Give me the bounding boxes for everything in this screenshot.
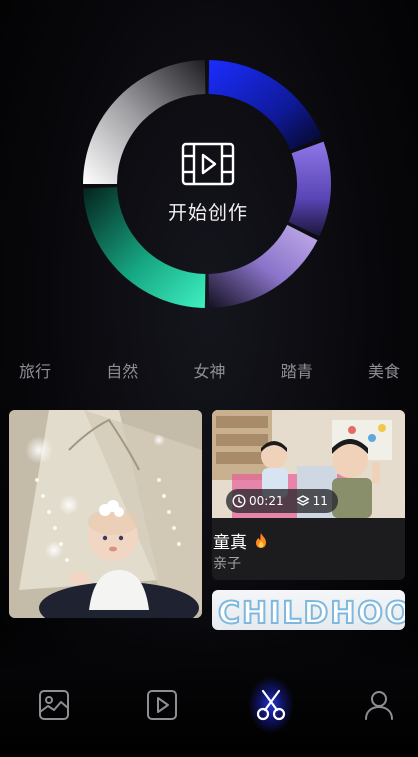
card-title: 童真 [213,528,268,553]
nav-item-edit[interactable] [254,688,288,722]
card-title-text: 童真 [213,533,247,553]
duration-text: 00:21 [249,494,284,508]
nav-item-video[interactable] [145,688,179,722]
card-subtitle: 亲子 [213,556,241,572]
video-edit-icon [181,142,235,186]
baby-photo [9,410,202,618]
kids-photo: 00:21 11 [212,410,405,518]
nav-item-profile[interactable] [362,688,396,722]
category-tab-food[interactable]: 美食 [368,360,400,386]
user-icon [365,691,393,720]
category-tab-goddess[interactable]: 女神 [193,360,225,386]
scissors-icon [256,689,286,721]
category-tabs: 旅行 自然 女神 踏青 美食 [0,360,418,386]
template-card-childhood[interactable]: CHILDHOOD [212,590,405,630]
category-tab-travel[interactable]: 旅行 [19,360,51,386]
image-icon [39,690,69,720]
start-create-button[interactable]: 开始创作 [156,142,260,238]
category-tab-outing[interactable]: 踏青 [281,360,313,386]
fire-icon [256,533,266,548]
nav-item-gallery[interactable] [37,688,71,722]
category-tab-nature[interactable]: 自然 [106,360,138,386]
clock-icon [232,494,246,508]
play-icon [147,690,177,720]
start-create-label: 开始创作 [167,202,248,224]
app-screen: 开始创作 旅行 自然 女神 踏青 美食 00:21 11 童真 亲子 CHILD… [0,0,418,757]
duration-layers-pill: 00:21 11 [226,489,338,513]
template-card-kids[interactable]: 00:21 11 童真 亲子 [212,410,405,580]
childhood-overlay-text: CHILDHOOD [217,595,405,630]
ring-segment-blue [208,60,322,151]
layers-count: 11 [312,494,328,508]
layers-icon [296,495,309,506]
ring-segment-purple [288,141,331,237]
bottom-nav [0,630,418,757]
template-card-baby[interactable] [9,410,202,618]
